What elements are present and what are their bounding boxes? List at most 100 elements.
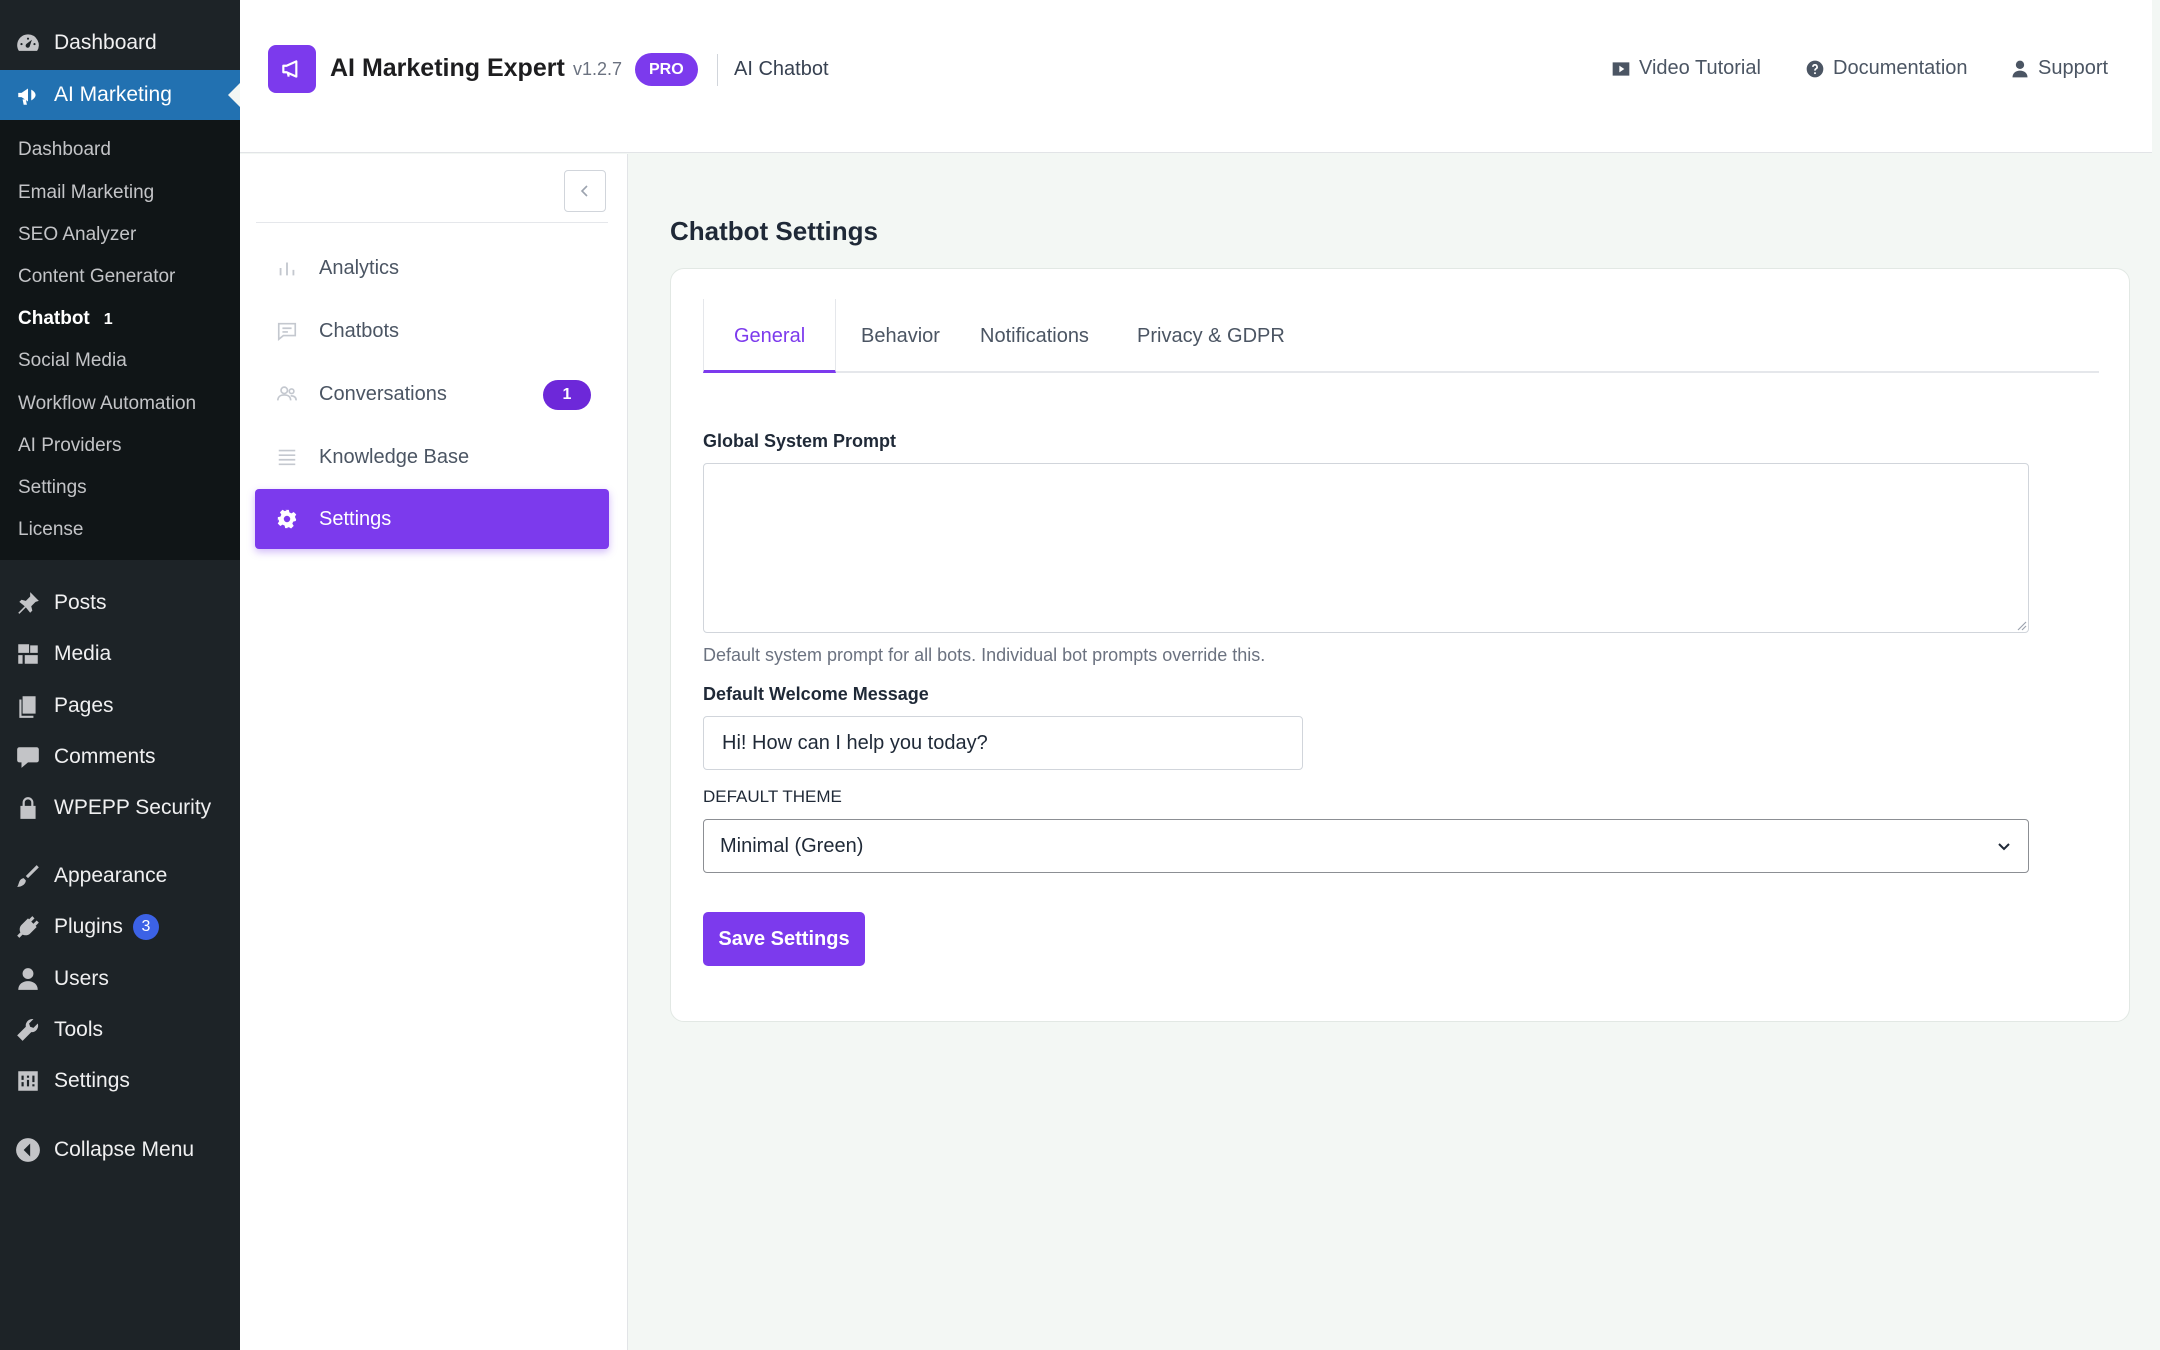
video-tutorial-label: Video Tutorial [1639,57,1761,79]
selected-theme: Minimal (Green) [720,835,864,857]
default-theme-label: DEFAULT THEME [703,787,842,806]
wp-admin-sidebar: Dashboard AI Marketing Dashboard Email M… [0,0,240,1350]
collapse-arrow-icon [14,1136,42,1164]
bar-chart-icon [275,256,299,280]
chevron-down-icon [1998,843,2010,851]
pro-badge: PRO [635,53,698,86]
plugin-sidebar: Analytics Chatbots Conversations 1 Knowl… [240,154,628,1350]
sidebar-item-label: Analytics [319,256,400,279]
media-icon [14,640,42,668]
wp-menu-pages[interactable]: Pages [0,681,240,731]
wp-menu-wpepp-security[interactable]: WPEPP Security [0,783,240,833]
wp-submenu-ai-providers[interactable]: AI Providers [18,431,121,461]
video-tutorial-link[interactable]: Video Tutorial [1611,57,1761,80]
wp-menu-label: Plugins [54,915,123,938]
sidebar-item-label: Settings [319,507,392,530]
pages-icon [14,692,42,720]
wp-menu-users[interactable]: Users [0,954,240,1004]
wp-menu-label: Settings [54,1069,130,1092]
app-title: AI Marketing Expert [330,54,565,82]
wp-menu-comments[interactable]: Comments [0,732,240,782]
header-divider [717,54,718,86]
sidebar-collapse-button[interactable] [564,170,606,212]
wp-menu-collapse[interactable]: Collapse Menu [0,1125,240,1175]
users-icon [275,382,299,406]
wp-menu-label: AI Marketing [54,83,172,106]
documentation-link[interactable]: Documentation [1805,57,1968,80]
chevron-left-icon [580,185,588,197]
sidebar-item-knowledge-base[interactable]: Knowledge Base [255,427,609,487]
plugins-update-badge: 3 [132,914,159,940]
sidebar-item-conversations[interactable]: Conversations 1 [255,364,609,424]
support-label: Support [2038,57,2109,79]
tab-privacy-gdpr[interactable]: Privacy & GDPR [1107,299,1315,373]
wp-menu-label: Tools [54,1018,104,1041]
wp-submenu-social-media[interactable]: Social Media [18,346,127,376]
sidebar-item-label: Chatbots [319,319,400,342]
global-system-prompt-textarea[interactable] [703,463,2029,633]
wp-menu-posts[interactable]: Posts [0,578,240,628]
megaphone-icon [282,60,298,78]
wp-menu-label: Dashboard [54,31,157,54]
wrench-icon [14,1016,42,1044]
sidebar-item-label: Conversations [319,382,447,405]
wp-menu-media[interactable]: Media [0,629,240,679]
wp-menu-appearance[interactable]: Appearance [0,851,240,901]
wp-menu-label: Collapse Menu [54,1138,195,1161]
megaphone-icon [14,81,42,109]
welcome-message-label: Default Welcome Message [703,684,929,704]
wp-submenu-label: Chatbot [18,308,90,329]
video-icon [1612,61,1630,76]
wp-menu-label: Users [54,967,109,990]
wp-menu-label: WPEPP Security [54,796,212,819]
wp-menu-settings[interactable]: Settings [0,1056,240,1106]
wp-menu-ai-marketing[interactable]: AI Marketing [0,70,240,120]
tab-general[interactable]: General [703,299,837,373]
prompt-help-text: Default system prompt for all bots. Indi… [703,645,1266,665]
lock-icon [14,794,42,822]
brush-icon [14,862,42,890]
wp-menu-label: Appearance [54,864,168,887]
resize-grip-icon[interactable] [2013,617,2027,631]
wp-menu-tools[interactable]: Tools [0,1005,240,1055]
app-logo [268,45,316,93]
app-version: v1.2.7 [573,59,623,79]
conversations-count-badge: 1 [543,380,591,410]
sidebar-item-settings[interactable]: Settings [255,489,609,549]
wp-menu-label: Media [54,642,112,665]
page-title: Chatbot Settings [670,216,878,246]
wp-menu-label: Posts [54,591,107,614]
user-icon [2012,60,2028,77]
wp-submenu-seo-analyzer[interactable]: SEO Analyzer [18,220,136,250]
plugin-header: AI Marketing Expert v1.2.7 PRO AI Chatbo… [240,0,2152,153]
wp-submenu-workflow-automation[interactable]: Workflow Automation [18,389,196,419]
support-link[interactable]: Support [2010,57,2108,80]
wp-submenu: Dashboard Email Marketing SEO Analyzer C… [0,120,240,560]
wp-submenu-settings[interactable]: Settings [18,473,87,503]
save-settings-button[interactable]: Save Settings [703,912,865,966]
help-icon [1806,60,1824,77]
sidebar-divider [256,222,608,223]
dashboard-icon [14,29,42,57]
settings-card: General Behavior Notifications Privacy &… [670,268,2130,1022]
wp-submenu-license[interactable]: License [18,515,84,545]
global-prompt-label: Global System Prompt [703,431,897,451]
wp-menu-plugins[interactable]: Plugins 3 [0,902,240,952]
wp-menu-dashboard[interactable]: Dashboard [0,18,240,68]
sidebar-item-chatbots[interactable]: Chatbots [255,301,609,361]
default-theme-select[interactable]: Minimal (Green) [703,819,2029,873]
wp-submenu-dashboard[interactable]: Dashboard [18,135,111,165]
gear-icon [275,507,299,531]
welcome-message-input[interactable] [703,716,1303,770]
wp-submenu-chatbot[interactable]: Chatbot 1 [18,304,113,334]
header-section-name: AI Chatbot [734,58,829,80]
chat-icon [275,319,299,343]
sidebar-item-analytics[interactable]: Analytics [255,238,609,298]
settings-tabs: General Behavior Notifications Privacy &… [703,299,2099,373]
user-icon [14,965,42,993]
settings-sliders-icon [14,1067,42,1095]
tab-notifications[interactable]: Notifications [950,299,1119,373]
wp-submenu-email-marketing[interactable]: Email Marketing [18,178,154,208]
wp-submenu-content-generator[interactable]: Content Generator [18,262,175,292]
comment-icon [14,743,42,771]
